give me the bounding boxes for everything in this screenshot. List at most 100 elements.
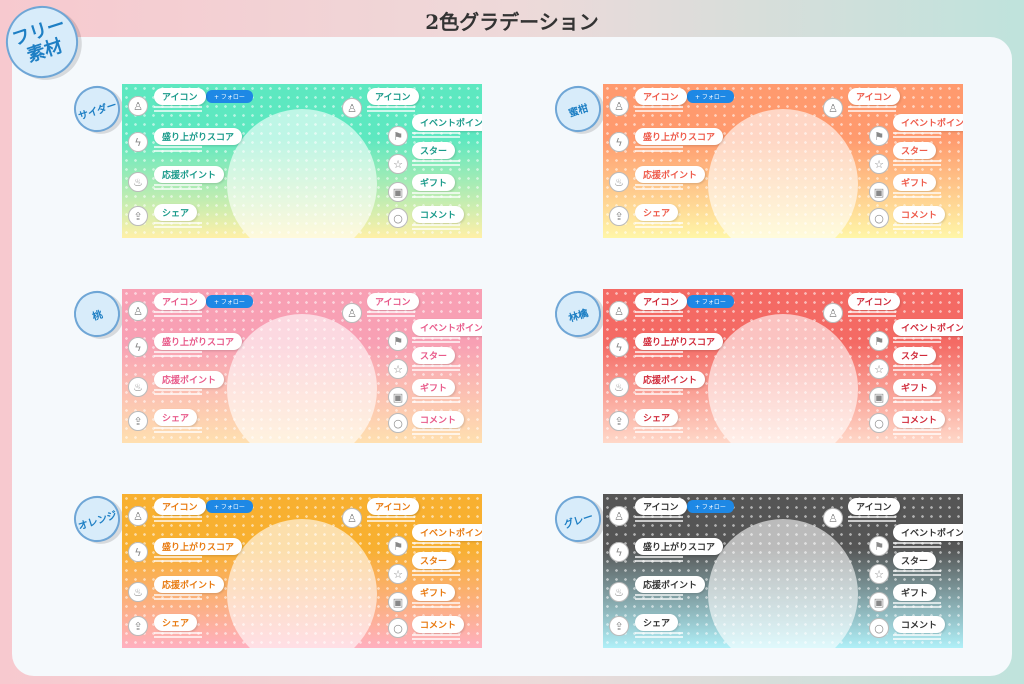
label-pill: アイコン [635,498,687,515]
label-pill: コメント [893,411,946,428]
label-pill: 盛り上がりスコア [154,333,243,350]
label-pill: コメント [412,616,465,633]
description-text-lines [412,192,460,194]
template-card: + フォロー ♙ アイコン ϟ 盛り上がりスコア ♨ 応援ポイント ⇪ シェア ♙ アイコン ⚑ イベン… [603,84,963,238]
description-text-lines [412,224,460,226]
description-text-lines [635,632,683,634]
description-text-lines [154,594,202,596]
star-icon: ☆ [388,564,408,584]
description-text-lines [635,222,683,224]
person-icon: ♙ [128,506,148,526]
label-pill: スター [893,347,937,364]
template-card: + フォロー ♙ アイコン ϟ 盛り上がりスコア ♨ 応援ポイント ⇪ シェア ♙ アイコン ⚑ イベン… [122,494,482,648]
description-text-lines [154,389,202,391]
follow-button: + フォロー [206,500,253,513]
description-text-lines [635,594,683,596]
label-pill: 盛り上がりスコア [154,128,243,145]
gift-icon: ▣ [388,182,408,202]
description-text-lines [154,146,202,148]
label-pill: スター [412,552,456,569]
label-pill: コメント [893,206,946,223]
person-icon: ♙ [609,506,629,526]
flame-icon: ♨ [609,377,629,397]
star-icon: ☆ [869,564,889,584]
description-text-lines [893,542,941,544]
description-text-lines [635,106,683,108]
comment-icon: ○ [388,413,408,433]
description-text-lines [635,184,683,186]
gift-icon: ▣ [388,387,408,407]
description-text-lines [154,632,202,634]
label-pill: アイコン [848,498,900,515]
follow-button: + フォロー [687,500,734,513]
description-text-lines [154,106,202,108]
label-pill: シェア [154,614,198,631]
lightning-icon: ϟ [609,542,629,562]
label-pill: アイコン [848,293,900,310]
description-text-lines [893,365,941,367]
flame-icon: ♨ [128,582,148,602]
flag-icon: ⚑ [388,536,408,556]
description-text-lines [635,351,683,353]
description-text-lines [154,556,202,558]
description-text-lines [635,389,683,391]
comment-icon: ○ [869,413,889,433]
flag-icon: ⚑ [869,331,889,351]
lightning-icon: ϟ [128,337,148,357]
follow-button: + フォロー [206,295,253,308]
person-icon: ♙ [609,301,629,321]
comment-icon: ○ [388,208,408,228]
lightning-icon: ϟ [609,337,629,357]
template-card: + フォロー ♙ アイコン ϟ 盛り上がりスコア ♨ 応援ポイント ⇪ シェア ♙ アイコン ⚑ イベン… [603,289,963,443]
label-pill: スター [893,552,937,569]
label-pill: イベントポイント [893,319,963,336]
flag-icon: ⚑ [388,126,408,146]
description-text-lines [412,365,460,367]
description-text-lines [893,224,941,226]
label-pill: 盛り上がりスコア [635,128,724,145]
description-text-lines [848,311,896,313]
person-icon: ♙ [823,508,843,528]
label-pill: 盛り上がりスコア [635,333,724,350]
label-pill: イベントポイント [893,114,963,131]
description-text-lines [893,337,941,339]
label-pill: ギフト [893,379,937,396]
template-card: + フォロー ♙ アイコン ϟ 盛り上がりスコア ♨ 応援ポイント ⇪ シェア ♙ アイコン ⚑ イベン… [603,494,963,648]
label-pill: アイコン [367,88,419,105]
description-text-lines [635,516,683,518]
label-pill: アイコン [635,293,687,310]
person-icon: ♙ [342,98,362,118]
description-text-lines [412,160,460,162]
description-text-lines [412,397,460,399]
description-text-lines [848,516,896,518]
description-text-lines [893,160,941,162]
description-text-lines [848,106,896,108]
label-pill: ギフト [893,174,937,191]
label-pill: イベントポイント [412,319,482,336]
lightning-icon: ϟ [128,542,148,562]
label-pill: イベントポイント [412,524,482,541]
label-pill: 応援ポイント [154,371,225,388]
description-text-lines [893,397,941,399]
description-text-lines [893,429,941,431]
person-icon: ♙ [823,303,843,323]
description-text-lines [635,146,683,148]
label-pill: 盛り上がりスコア [154,538,243,555]
description-text-lines [154,351,202,353]
label-pill: コメント [893,616,946,633]
description-text-lines [893,602,941,604]
description-text-lines [893,570,941,572]
label-pill: イベントポイント [412,114,482,131]
flag-icon: ⚑ [388,331,408,351]
label-pill: ギフト [412,174,456,191]
share-icon: ⇪ [609,411,629,431]
flame-icon: ♨ [128,172,148,192]
share-icon: ⇪ [128,411,148,431]
label-pill: シェア [635,409,679,426]
flag-icon: ⚑ [869,126,889,146]
flag-icon: ⚑ [869,536,889,556]
label-pill: スター [412,142,456,159]
follow-button: + フォロー [687,90,734,103]
label-pill: ギフト [893,584,937,601]
label-pill: アイコン [154,498,206,515]
